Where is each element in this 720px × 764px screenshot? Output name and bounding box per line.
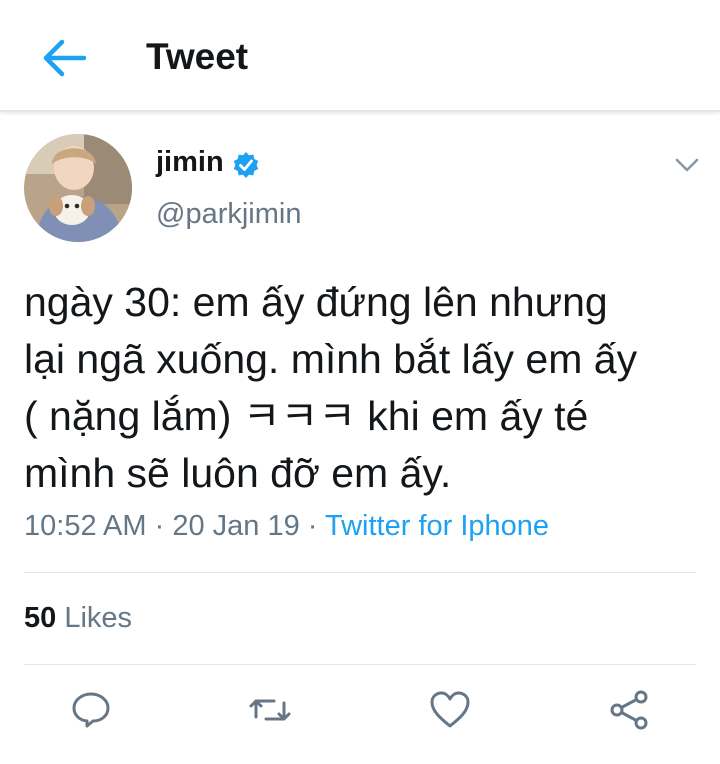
divider: [24, 572, 696, 573]
tweet-menu-button[interactable]: [672, 152, 702, 178]
tweet-metadata: 10:52 AM · 20 Jan 19 · Twitter for Iphon…: [24, 510, 549, 543]
author-display-name[interactable]: jimin: [156, 146, 224, 179]
arrow-left-icon: [43, 39, 87, 77]
tweet-text: ngày 30: em ấy đứng lên nhưng lại ngã xu…: [24, 279, 638, 496]
retweet-icon: [249, 699, 291, 721]
likes-label: Likes: [64, 602, 133, 634]
heart-icon: [430, 691, 470, 728]
back-button[interactable]: [36, 34, 92, 82]
author-handle[interactable]: @parkjimin: [156, 198, 301, 231]
top-app-bar: Tweet: [0, 0, 720, 112]
reply-icon: [72, 692, 110, 728]
retweet-button[interactable]: [246, 686, 294, 734]
verified-badge-icon: [231, 150, 261, 180]
likes-count: 50: [24, 602, 57, 634]
tweet-source-link[interactable]: Twitter for Iphone: [325, 510, 549, 542]
reply-button[interactable]: [67, 686, 115, 734]
avatar[interactable]: [24, 134, 132, 242]
likes-stat[interactable]: 50 Likes: [24, 602, 132, 635]
like-button[interactable]: [426, 686, 474, 734]
tweet-time: 10:52 AM: [24, 510, 147, 542]
chevron-down-icon: [675, 158, 699, 172]
tweet-date: 20 Jan 19: [172, 510, 300, 542]
page-title: Tweet: [146, 36, 249, 77]
share-icon: [610, 690, 648, 730]
separator: ·: [154, 510, 165, 542]
share-button[interactable]: [606, 686, 654, 734]
separator: ·: [307, 510, 318, 542]
divider: [24, 664, 696, 665]
